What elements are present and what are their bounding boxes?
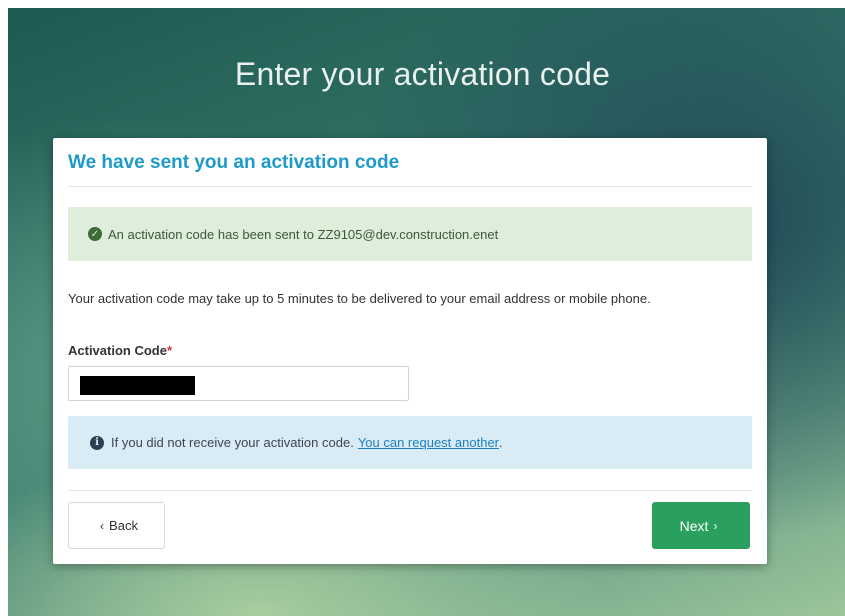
success-alert: ✓ An activation code has been sent to ZZ…: [68, 207, 752, 261]
chevron-right-icon: ›: [713, 518, 718, 533]
success-message: An activation code has been sent to ZZ91…: [108, 226, 499, 242]
chevron-left-icon: ‹: [100, 518, 105, 533]
info-circle-icon: i: [90, 435, 104, 450]
redacted-value: [80, 376, 195, 395]
activation-code-label: Activation Code*: [68, 343, 172, 358]
card-title: We have sent you an activation code: [68, 152, 400, 173]
activation-code-label-text: Activation Code: [68, 343, 167, 358]
back-button-label: Back: [109, 518, 138, 533]
next-button-label: Next: [679, 517, 709, 534]
info-message: If you did not receive your activation c…: [111, 435, 354, 450]
next-button[interactable]: Next ›: [652, 502, 750, 549]
activation-card: We have sent you an activation code ✓ An…: [53, 138, 767, 564]
request-another-link[interactable]: You can request another: [358, 435, 499, 450]
info-alert: i If you did not receive your activation…: [68, 416, 752, 469]
divider: [68, 186, 752, 187]
check-circle-icon: ✓: [88, 227, 102, 241]
activation-code-input[interactable]: [68, 366, 409, 401]
delivery-description: Your activation code may take up to 5 mi…: [68, 291, 651, 306]
divider: [68, 490, 752, 491]
info-period: .: [499, 435, 503, 450]
required-marker: *: [166, 343, 173, 358]
back-button[interactable]: ‹ Back: [68, 502, 165, 549]
page-title: Enter your activation code: [234, 56, 611, 92]
